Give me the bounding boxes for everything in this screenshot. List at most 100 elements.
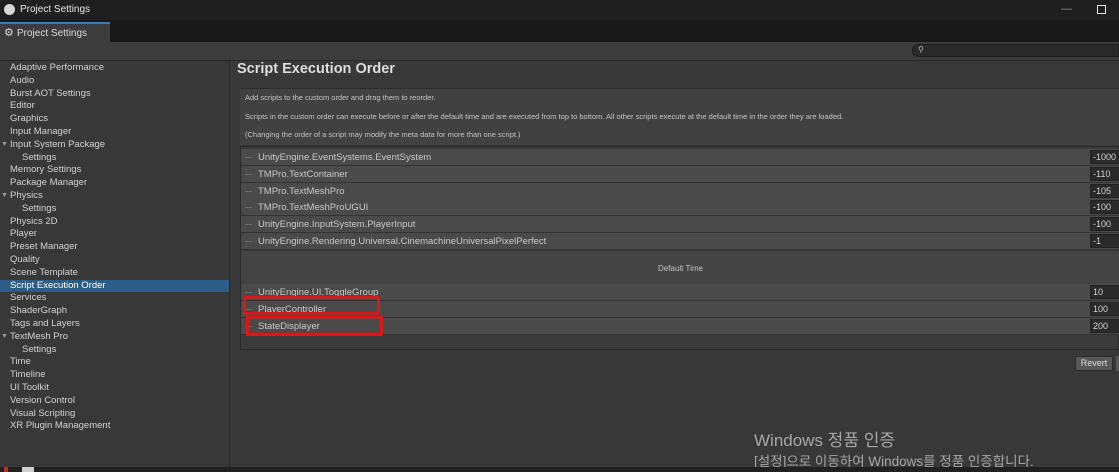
drag-handle-icon[interactable] — [245, 224, 252, 226]
sidebar-item-label: ShaderGraph — [10, 305, 68, 317]
sidebar-item[interactable]: Services — [0, 292, 229, 305]
description-box: Add scripts to the custom order and drag… — [240, 88, 1119, 145]
tab-project-settings[interactable]: ⚙ Project Settings — [0, 22, 110, 42]
sidebar-item[interactable]: Player — [0, 228, 229, 241]
sidebar-item[interactable]: ▼ TextMesh Pro — [0, 331, 229, 344]
sidebar-item[interactable]: Physics 2D — [0, 216, 229, 229]
execution-order-field[interactable]: -100 — [1090, 200, 1119, 215]
sidebar-item-label: Settings — [22, 151, 57, 163]
sidebar-item-label: Scene Template — [10, 266, 78, 278]
revert-button[interactable]: Revert — [1075, 356, 1113, 371]
sidebar-item[interactable]: Settings — [0, 203, 229, 216]
sidebar-item-label: Burst AOT Settings — [10, 87, 91, 99]
bottom-strip — [0, 467, 1119, 472]
script-row[interactable]: TMPro.TextMeshPro -105 — [241, 182, 1119, 200]
script-row[interactable]: UnityEngine.Rendering.Universal.Cinemach… — [241, 233, 1119, 250]
sidebar-item[interactable]: Tags and Layers — [0, 318, 229, 331]
expand-arrow-icon[interactable]: ▼ — [1, 139, 8, 152]
sidebar-item[interactable]: Visual Scripting — [0, 408, 229, 421]
drag-handle-icon[interactable] — [245, 241, 252, 242]
drag-handle-icon[interactable] — [245, 190, 252, 192]
settings-sidebar: Adaptive Performance Audio Burst AOT Setti… — [0, 62, 229, 433]
execution-order-field[interactable]: -100 — [1090, 217, 1119, 232]
sidebar-item-label: TextMesh Pro — [10, 330, 69, 342]
maximize-icon[interactable] — [1097, 5, 1106, 14]
expand-arrow-icon[interactable]: ▼ — [1, 190, 8, 203]
sidebar-item[interactable]: Input Manager — [0, 126, 229, 139]
execution-order-field[interactable]: 100 — [1090, 301, 1119, 316]
page-title: Script Execution Order — [237, 61, 395, 77]
panel-splitter[interactable] — [229, 60, 230, 472]
sidebar-item[interactable]: Version Control — [0, 395, 229, 408]
sidebar-item-label: Package Manager — [10, 177, 88, 189]
sidebar-item-label: Tags and Layers — [10, 317, 80, 329]
sidebar-item[interactable]: Scene Template — [0, 267, 229, 280]
sidebar-item[interactable]: ShaderGraph — [0, 305, 229, 318]
sidebar-item[interactable]: Quality — [0, 254, 229, 267]
sidebar-item[interactable]: ▼ Input System Package — [0, 139, 229, 152]
minimize-icon[interactable]: — — [1061, 3, 1072, 15]
execution-order-field[interactable]: -110 — [1090, 166, 1119, 181]
sidebar-item[interactable]: Settings — [0, 344, 229, 357]
sidebar-item[interactable]: Editor — [0, 100, 229, 113]
search-icon: ⚲ — [918, 45, 924, 54]
unity-app-icon — [4, 4, 15, 15]
script-row[interactable]: UnityEngine.EventSystems.EventSystem -100… — [241, 149, 1119, 166]
script-name: TMPro.TextMeshProUGUI — [258, 202, 369, 214]
script-row[interactable]: TMPro.TextMeshProUGUI -100 — [241, 199, 1119, 217]
title-bar: Project Settings — — [0, 0, 1119, 20]
sidebar-item[interactable]: Graphics — [0, 113, 229, 126]
sidebar-item-label: XR Plugin Management — [10, 420, 111, 432]
sidebar-item-label: Graphics — [10, 113, 49, 125]
sidebar-item-label: Memory Settings — [10, 164, 82, 176]
sidebar-item-label: Settings — [22, 343, 57, 355]
sidebar-item[interactable]: Script Execution Order — [0, 279, 229, 293]
sidebar-item[interactable]: Adaptive Performance — [0, 62, 229, 75]
execution-order-field[interactable]: 10 — [1090, 285, 1119, 299]
sidebar-item-label: Time — [10, 356, 31, 368]
sidebar-item-label: Version Control — [10, 394, 75, 406]
drag-handle-icon[interactable] — [245, 173, 252, 175]
drag-handle-icon[interactable] — [245, 157, 252, 158]
execution-order-field[interactable]: 200 — [1090, 318, 1119, 333]
sidebar-item[interactable]: ▼ Physics — [0, 190, 229, 203]
drag-handle-icon[interactable] — [245, 207, 252, 209]
sidebar-item[interactable]: Settings — [0, 152, 229, 165]
sidebar-item[interactable]: Package Manager — [0, 177, 229, 190]
default-time-label: Default Time — [658, 264, 703, 273]
settings-toolbar: ⚲ — [0, 42, 1119, 61]
expand-arrow-icon[interactable]: ▼ — [1, 331, 8, 344]
gear-icon: ⚙ — [4, 27, 14, 39]
sidebar-item[interactable]: Audio — [0, 75, 229, 88]
sidebar-item[interactable]: Memory Settings — [0, 164, 229, 177]
tab-label: Project Settings — [17, 28, 88, 39]
script-name: UnityEngine.EventSystems.EventSystem — [258, 152, 432, 163]
script-row[interactable]: TMPro.TextContainer -110 — [241, 165, 1119, 183]
sidebar-item-label: Timeline — [10, 369, 46, 381]
annotation-highlight — [243, 296, 380, 315]
description-line: Scripts in the custom order can execute … — [245, 112, 844, 121]
sidebar-item[interactable]: XR Plugin Management — [0, 420, 229, 433]
search-input[interactable]: ⚲ — [912, 44, 1119, 57]
script-row[interactable]: UnityEngine.InputSystem.PlayerInput -100 — [241, 216, 1119, 234]
status-icon — [22, 467, 34, 472]
execution-order-field[interactable]: -105 — [1090, 183, 1119, 198]
sidebar-item[interactable]: Burst AOT Settings — [0, 88, 229, 101]
annotation-highlight — [246, 316, 383, 336]
sidebar-item[interactable]: UI Toolkit — [0, 382, 229, 395]
sidebar-item[interactable]: Time — [0, 356, 229, 369]
sidebar-item[interactable]: Preset Manager — [0, 241, 229, 254]
sidebar-item-label: Script Execution Order — [10, 279, 106, 291]
execution-order-field[interactable]: -1 — [1090, 234, 1119, 248]
drag-handle-icon[interactable] — [245, 292, 252, 293]
sidebar-item[interactable]: Timeline — [0, 369, 229, 382]
default-time-separator: Default Time — [241, 251, 1119, 285]
sidebar-item-label: Preset Manager — [10, 241, 78, 253]
sidebar-item-label: Services — [10, 292, 47, 304]
status-icon — [4, 467, 8, 472]
script-name: TMPro.TextContainer — [258, 168, 348, 180]
execution-order-field[interactable]: -1000 — [1090, 150, 1119, 164]
sidebar-item-label: Input Manager — [10, 125, 72, 137]
sidebar-item-label: Audio — [10, 74, 35, 86]
script-name: UnityEngine.InputSystem.PlayerInput — [258, 219, 416, 231]
